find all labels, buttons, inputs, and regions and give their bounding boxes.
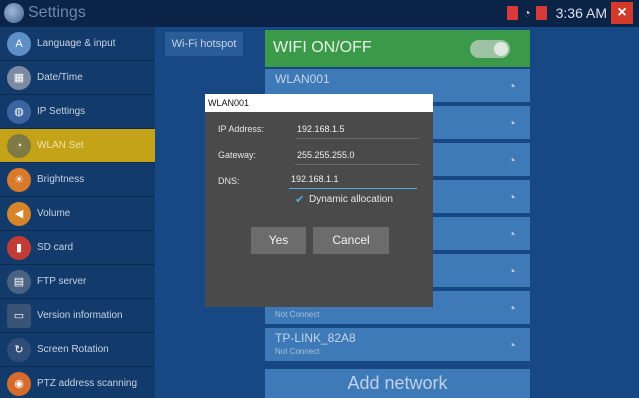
dialog-title: WLAN001 [205,94,433,112]
ptz-scan-icon: ◉ [7,371,31,396]
wifi-signal-icon: ◔ [507,226,516,242]
tab-wifi-hotspot[interactable]: Wi-Fi hotspot [165,32,243,56]
ftp-server-icon: ▤ [7,269,31,294]
wifi-icon: ◔ [7,133,31,158]
wifi-toggle-switch[interactable] [470,40,510,58]
sidebar-item-label: Version information [37,310,123,321]
wlan-ip-dialog: WLAN001 IP Address: 192.168.1.5 Gateway:… [205,94,433,307]
sidebar-item-label: SD card [37,242,74,253]
gateway-field[interactable]: 255.255.255.0 [295,145,419,165]
sidebar-item-screen-rotation[interactable]: ↻ Screen Rotation [0,333,155,367]
ip-address-label: IP Address: [218,124,264,134]
sidebar-item-label: Volume [37,208,71,219]
dynamic-allocation-label: Dynamic allocation [309,194,393,205]
gateway-label: Gateway: [218,150,257,160]
yes-button[interactable]: Yes [251,227,306,254]
network-status: Not Connect [275,347,320,356]
dns-label: DNS: [218,176,240,186]
wifi-signal-icon: ◔ [507,263,516,279]
wifi-signal-icon: ◔ [507,115,516,131]
wifi-signal-icon: ◔ [507,300,516,316]
sun-icon: ☀ [7,167,31,192]
speaker-icon: ◀ [7,201,31,226]
sidebar-item-label: Brightness [37,174,85,185]
sidebar-item-volume[interactable]: ◀ Volume [0,197,155,231]
rotate-icon: ↻ [7,337,31,362]
sidebar: A Language & input ▦ Date/Time ◍ IP Sett… [0,27,155,398]
network-name: TP-LINK_82A8 [275,331,356,345]
settings-gear-icon [4,3,24,23]
close-button[interactable]: × [611,2,633,24]
sidebar-item-version[interactable]: ▭ Version information [0,299,155,333]
battery-icon [535,6,547,20]
globe-language-icon: A [7,31,31,56]
sidebar-item-label: PTZ address scanning [37,378,138,389]
wifi-signal-icon: ◔ [507,152,516,168]
app-title: Settings [28,4,86,21]
status-icons: ◔ 3:36 AM [507,5,607,21]
sidebar-item-ip-settings[interactable]: ◍ IP Settings [0,95,155,129]
add-network-button[interactable]: Add network [265,369,530,398]
sd-card-icon: ▮ [7,235,31,260]
settings-screen: Settings ◔ 3:36 AM × A Language & input … [0,0,639,398]
sidebar-item-label: Date/Time [37,72,83,83]
wifi-toggle-label: WIFI ON/OFF [273,39,372,56]
cancel-button[interactable]: Cancel [313,227,389,254]
network-name: WLAN001 [275,72,330,86]
wifi-toggle-row[interactable]: WIFI ON/OFF [265,30,530,67]
status-bar: Settings ◔ 3:36 AM × [0,0,639,27]
sidebar-item-language[interactable]: A Language & input [0,27,155,61]
calendar-icon: ▦ [7,65,31,90]
sidebar-item-wlan[interactable]: ◔ WLAN Set [0,129,155,163]
sidebar-item-label: WLAN Set [37,140,84,151]
network-status: Not Connect [275,310,320,319]
network-item[interactable]: TP-LINK_82A8 Not Connect ◔ [265,328,530,361]
info-card-icon: ▭ [7,303,31,328]
dynamic-allocation-row[interactable]: ✔ Dynamic allocation [295,194,393,205]
toggle-knob [494,42,508,56]
sidebar-item-ptz-scan[interactable]: ◉ PTZ address scanning [0,367,155,398]
checkbox-checked-icon[interactable]: ✔ [295,194,305,205]
wifi-icon: ◔ [523,6,531,20]
ip-address-field[interactable]: 192.168.1.5 [295,119,419,139]
dns-field[interactable]: 192.168.1.1 [289,169,417,189]
sidebar-item-sd-card[interactable]: ▮ SD card [0,231,155,265]
sidebar-item-label: IP Settings [37,106,86,117]
wifi-signal-icon: ◔ [507,337,516,353]
sidebar-item-label: Language & input [37,38,116,49]
sidebar-item-label: FTP server [37,276,87,287]
sidebar-item-label: Screen Rotation [37,344,109,355]
battery-red-icon [507,6,519,20]
globe-icon: ◍ [7,99,31,124]
sidebar-item-ftp-server[interactable]: ▤ FTP server [0,265,155,299]
clock: 3:36 AM [555,5,607,21]
wifi-signal-icon: ◔ [507,78,516,94]
wifi-signal-icon: ◔ [507,189,516,205]
sidebar-item-brightness[interactable]: ☀ Brightness [0,163,155,197]
sidebar-item-datetime[interactable]: ▦ Date/Time [0,61,155,95]
